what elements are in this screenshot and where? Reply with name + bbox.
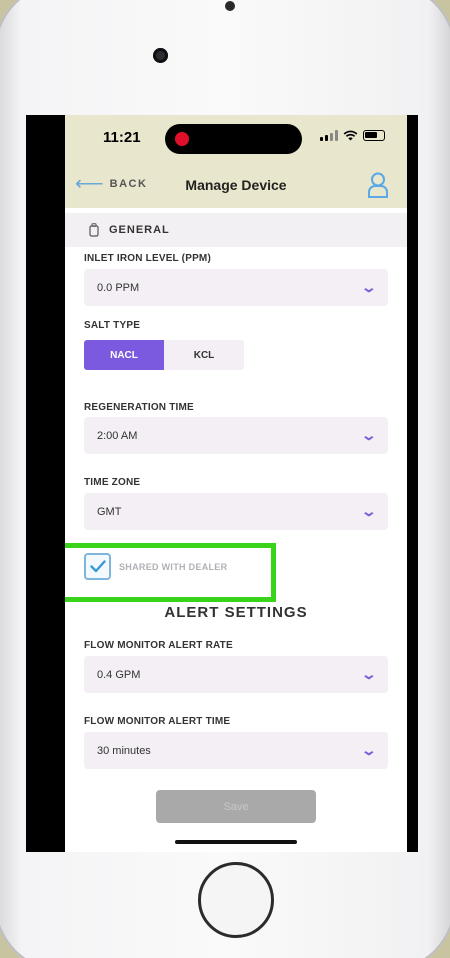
inlet-iron-level-value: 0.0 PPM [97,281,140,294]
flow-monitor-alert-time-label: FLOW MONITOR ALERT TIME [84,716,231,727]
section-title: GENERAL [109,224,170,236]
flow-monitor-alert-rate-select[interactable]: 0.4 GPM ⌄ [84,656,388,693]
page-title: Manage Device [185,177,287,193]
battery-icon [363,130,385,141]
dynamic-island [165,124,302,154]
time-zone-value: GMT [97,505,122,518]
flow-monitor-alert-rate-value: 0.4 GPM [97,668,141,681]
flow-monitor-alert-rate-label: FLOW MONITOR ALERT RATE [84,640,233,651]
regeneration-time-select[interactable]: 2:00 AM ⌄ [84,417,388,454]
chevron-down-icon: ⌄ [360,503,378,519]
device-icon [89,223,99,237]
status-time: 11:21 [103,129,141,146]
chevron-down-icon: ⌄ [360,279,378,295]
inlet-iron-level-label: INLET IRON LEVEL (PPM) [84,253,211,264]
flow-monitor-alert-time-value: 30 minutes [97,744,151,757]
app-screen: 11:21 ⟵ BACK Manage Device GENERAL INLET… [65,115,407,852]
chevron-down-icon: ⌄ [360,742,378,758]
salt-type-nacl-option[interactable]: NACL [84,340,164,370]
time-zone-select[interactable]: GMT ⌄ [84,493,388,530]
recording-indicator [175,132,189,146]
salt-type-label: SALT TYPE [84,320,141,331]
salt-type-toggle: NACL KCL [84,340,244,370]
proximity-sensor [225,1,235,11]
home-button[interactable] [198,862,274,938]
salt-type-kcl-option[interactable]: KCL [164,340,244,370]
inlet-iron-level-select[interactable]: 0.0 PPM ⌄ [84,269,388,306]
home-indicator [175,840,297,844]
section-header-general: GENERAL [65,213,407,247]
wifi-icon [343,130,358,141]
status-icons [320,130,385,141]
user-profile-icon[interactable] [367,172,389,198]
signal-icon [320,130,338,141]
header: 11:21 ⟵ BACK Manage Device [65,115,407,208]
regeneration-time-value: 2:00 AM [97,429,138,442]
chevron-down-icon: ⌄ [360,666,378,682]
alert-settings-title: ALERT SETTINGS [164,604,308,621]
flow-monitor-alert-time-select[interactable]: 30 minutes ⌄ [84,732,388,769]
front-camera [153,48,168,63]
chevron-down-icon: ⌄ [360,427,378,443]
save-button[interactable]: Save [156,790,316,823]
highlight-box [65,543,276,602]
time-zone-label: TIME ZONE [84,477,141,488]
regeneration-time-label: REGENERATION TIME [84,402,194,413]
